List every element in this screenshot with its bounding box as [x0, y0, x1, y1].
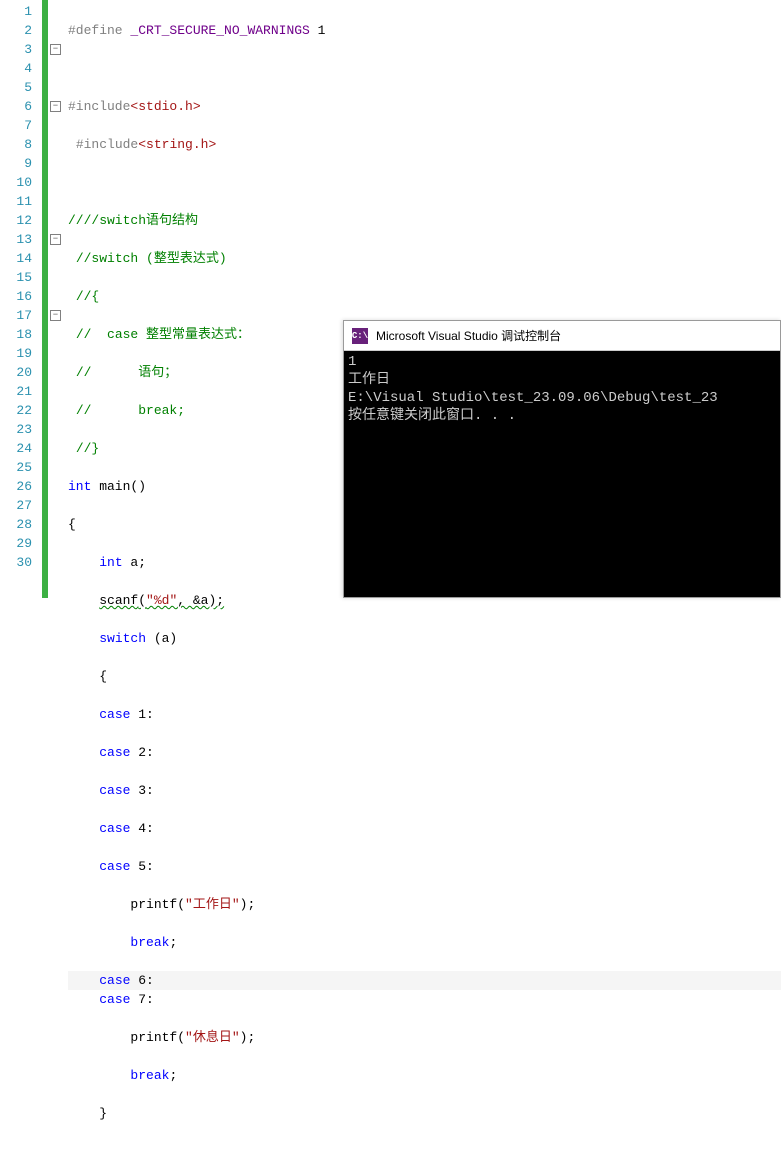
code-text: 6: [130, 973, 153, 988]
code-text: main() [91, 479, 146, 494]
string: "%d" [146, 593, 177, 608]
line-number: 3 [0, 40, 32, 59]
console-line: 按任意键关闭此窗口. . . [348, 408, 516, 424]
line-number: 24 [0, 439, 32, 458]
code-text: ( [138, 593, 146, 608]
comment: //} [76, 441, 99, 456]
console-line: 工作日 [348, 372, 390, 388]
comment: // 语句； [76, 365, 177, 380]
code-text: 5: [130, 859, 153, 874]
comment: //{ [76, 289, 99, 304]
line-number: 11 [0, 192, 32, 211]
code-text: } [99, 1106, 107, 1121]
code-text: { [68, 517, 76, 532]
line-number: 15 [0, 268, 32, 287]
fold-toggle[interactable]: − [50, 44, 61, 55]
fold-toggle[interactable]: − [50, 310, 61, 321]
code-text: ; [169, 935, 177, 950]
console-title-text: Microsoft Visual Studio 调试控制台 [376, 327, 561, 344]
preproc: #include [76, 137, 138, 152]
code-text: 1 [310, 23, 326, 38]
console-line: E:\Visual Studio\test_23.09.06\Debug\tes… [348, 390, 718, 406]
code-text: { [99, 669, 107, 684]
line-number: 1 [0, 2, 32, 21]
line-number: 18 [0, 325, 32, 344]
console-titlebar[interactable]: C:\ Microsoft Visual Studio 调试控制台 [344, 321, 780, 351]
code-text: ); [240, 1030, 256, 1045]
line-number: 20 [0, 363, 32, 382]
line-number: 5 [0, 78, 32, 97]
keyword: case [99, 992, 130, 1007]
fold-toggle[interactable]: − [50, 234, 61, 245]
comment: //switch (整型表达式) [76, 251, 227, 266]
keyword: int [68, 479, 91, 494]
comment: // break; [76, 403, 185, 418]
line-number: 4 [0, 59, 32, 78]
line-number: 16 [0, 287, 32, 306]
code-text: ( [177, 1030, 185, 1045]
line-number: 30 [0, 553, 32, 572]
keyword: break [130, 935, 169, 950]
code-text: 7: [130, 992, 153, 1007]
code-text: (a) [146, 631, 177, 646]
code-text: a; [123, 555, 146, 570]
fold-strip: − − − − [48, 0, 68, 598]
macro: _CRT_SECURE_NO_WARNINGS [130, 23, 309, 38]
keyword: switch [99, 631, 146, 646]
line-number: 21 [0, 382, 32, 401]
code-text: ; [169, 1068, 177, 1083]
fold-toggle[interactable]: − [50, 101, 61, 112]
line-number: 22 [0, 401, 32, 420]
function-call: printf [130, 897, 177, 912]
line-number: 29 [0, 534, 32, 553]
code-text: 2: [130, 745, 153, 760]
line-number-gutter: 1 2 3 4 5 6 7 8 9 10 11 12 13 14 15 16 1… [0, 0, 42, 598]
keyword: case [99, 973, 130, 988]
line-number: 10 [0, 173, 32, 192]
code-text: ( [177, 897, 185, 912]
line-number: 19 [0, 344, 32, 363]
code-text: 4: [130, 821, 153, 836]
keyword: case [99, 783, 130, 798]
line-number: 14 [0, 249, 32, 268]
keyword: case [99, 707, 130, 722]
console-output[interactable]: 1 工作日 E:\Visual Studio\test_23.09.06\Deb… [344, 351, 780, 597]
line-number: 17 [0, 306, 32, 325]
line-number: 28 [0, 515, 32, 534]
line-number: 7 [0, 116, 32, 135]
keyword: int [99, 555, 122, 570]
line-number: 8 [0, 135, 32, 154]
line-number: 2 [0, 21, 32, 40]
preproc: #define [68, 23, 130, 38]
console-line: 1 [348, 354, 356, 370]
line-number: 13 [0, 230, 32, 249]
keyword: case [99, 745, 130, 760]
console-window[interactable]: C:\ Microsoft Visual Studio 调试控制台 1 工作日 … [343, 320, 781, 598]
line-number: 27 [0, 496, 32, 515]
preproc: #include [68, 99, 130, 114]
keyword: break [130, 1068, 169, 1083]
line-number: 26 [0, 477, 32, 496]
string: "休息日" [185, 1030, 240, 1045]
code-text: 1: [130, 707, 153, 722]
keyword: case [99, 859, 130, 874]
line-number: 25 [0, 458, 32, 477]
line-number: 6 [0, 97, 32, 116]
function-call: printf [130, 1030, 177, 1045]
line-number: 12 [0, 211, 32, 230]
include-path: <stdio.h> [130, 99, 200, 114]
code-text: 3: [130, 783, 153, 798]
code-text: , &a); [177, 593, 224, 608]
string: "工作日" [185, 897, 240, 912]
line-number: 9 [0, 154, 32, 173]
line-number: 23 [0, 420, 32, 439]
function-call: scanf [99, 593, 138, 608]
keyword: case [99, 821, 130, 836]
code-text: ); [240, 897, 256, 912]
comment: // case 整型常量表达式： [76, 327, 250, 342]
console-icon: C:\ [352, 328, 368, 344]
include-path: <string.h> [138, 137, 216, 152]
comment: ////switch语句结构 [68, 213, 198, 228]
